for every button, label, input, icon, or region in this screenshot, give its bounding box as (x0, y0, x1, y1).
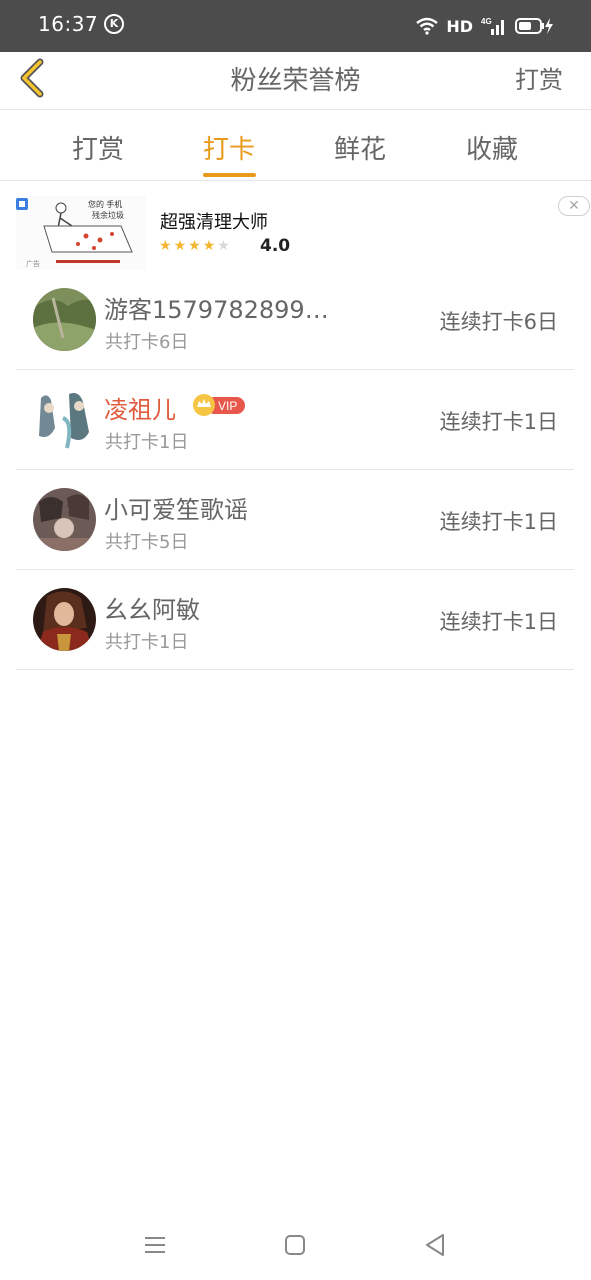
avatar (33, 388, 96, 451)
avatar (33, 288, 96, 351)
svg-text:4G: 4G (481, 17, 492, 26)
tab-flowers[interactable]: 鲜花 (325, 129, 395, 166)
battery-charging-icon (515, 17, 555, 35)
user-name: 游客1579782899… (104, 296, 329, 324)
top-app-bar: 粉丝荣誉榜 打赏 (0, 52, 591, 110)
home-square-icon (285, 1235, 305, 1255)
ad-close-button[interactable]: ✕ (558, 196, 590, 216)
total-checkin-days: 共打卡1日 (105, 432, 189, 453)
hd-label: HD (446, 16, 473, 36)
ad-image: 您的 手机 残余垃圾 广告 (16, 196, 146, 270)
star-empty-icon: ★ (217, 238, 232, 254)
status-icons: HD 4G (416, 14, 555, 38)
avatar (33, 488, 96, 551)
ad-image-text-2: 残余垃圾 (92, 210, 124, 220)
streak-checkin-days: 连续打卡1日 (439, 510, 558, 534)
tab-bar: 打赏 打卡 鲜花 收藏 (0, 111, 591, 181)
ad-banner[interactable]: 您的 手机 残余垃圾 广告 超强清理大师 ★★★★★ 4.0 (0, 182, 591, 272)
list-item[interactable]: 幺幺阿敏 共打卡1日 连续打卡1日 (16, 570, 574, 670)
ad-rating-value: 4.0 (260, 236, 291, 256)
checkin-ranking-list: 游客1579782899… 共打卡6日 连续打卡6日 凌祖儿 VIP 共打卡1日 (16, 270, 574, 670)
back-triangle-icon (426, 1234, 444, 1256)
menu-icon (145, 1237, 165, 1253)
system-nav-bar (0, 1210, 591, 1280)
back-nav-button[interactable] (420, 1230, 450, 1260)
streak-checkin-days: 连续打卡6日 (439, 310, 558, 334)
menu-nav-button[interactable] (140, 1230, 170, 1260)
star-icon: ★ (159, 238, 174, 254)
tab-reward[interactable]: 打赏 (63, 129, 133, 166)
user-name: 小可爱笙歌谣 (104, 496, 248, 524)
active-tab-indicator (203, 173, 256, 177)
reward-action-button[interactable]: 打赏 (515, 60, 563, 95)
signal-icon: 4G (481, 16, 507, 36)
list-item[interactable]: 凌祖儿 VIP 共打卡1日 连续打卡1日 (16, 370, 574, 470)
ad-tag: 广告 (26, 259, 40, 268)
page-title: 粉丝荣誉榜 (230, 66, 361, 96)
ad-rating-stars: ★★★★★ (159, 238, 232, 254)
tab-favorites[interactable]: 收藏 (457, 129, 527, 166)
home-nav-button[interactable] (280, 1230, 310, 1260)
streak-checkin-days: 连续打卡1日 (439, 410, 558, 434)
ad-image-text-1: 您的 手机 (88, 199, 122, 209)
streak-checkin-days: 连续打卡1日 (439, 610, 558, 634)
list-item[interactable]: 小可爱笙歌谣 共打卡5日 连续打卡1日 (16, 470, 574, 570)
vip-label: VIP (218, 399, 237, 413)
list-item[interactable]: 游客1579782899… 共打卡6日 连续打卡6日 (16, 270, 574, 370)
status-bar: 16:37 K HD 4G (0, 0, 591, 52)
user-name: 凌祖儿 (104, 396, 176, 424)
ad-title: 超强清理大师 (160, 212, 268, 233)
star-icon: ★ (202, 238, 218, 254)
total-checkin-days: 共打卡6日 (105, 332, 189, 353)
total-checkin-days: 共打卡5日 (105, 532, 189, 553)
avatar (33, 588, 96, 651)
status-time: 16:37 (38, 12, 99, 36)
user-name: 幺幺阿敏 (104, 596, 200, 624)
star-icon: ★ (173, 238, 189, 254)
tab-checkin[interactable]: 打卡 (194, 129, 264, 166)
wifi-icon (416, 17, 439, 35)
star-icon: ★ (188, 238, 203, 254)
vip-badge: VIP (192, 394, 246, 416)
k-badge-icon: K (104, 14, 124, 34)
total-checkin-days: 共打卡1日 (105, 632, 189, 653)
